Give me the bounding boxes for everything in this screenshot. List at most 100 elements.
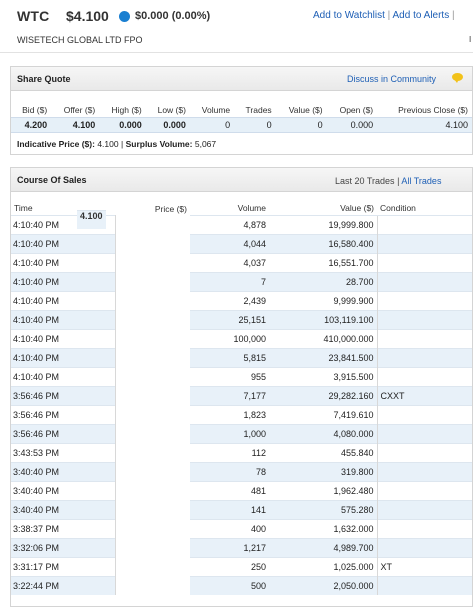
quote-col-header: Volume [201,104,231,115]
trade-volume: 25,151 [190,309,269,329]
trade-condition [376,518,472,538]
trade-value: 28.700 [269,271,377,291]
indicative-info: Indicative Price ($): 4.100 | Surplus Vo… [17,139,216,149]
all-trades-link[interactable]: All Trades [401,176,441,186]
quote-value: 4.100 [377,116,472,133]
trade-volume: 78 [190,461,269,481]
discuss-in-community-link[interactable]: Discuss in Community [347,74,436,84]
trade-time: 3:40:40 PM [11,480,116,500]
trade-time: 3:56:46 PM [11,385,116,405]
table-row: 3:40:40 PM4.080141575.280 [11,210,472,519]
indicative-price-value: 4.100 [97,139,119,149]
trades-filter: Last 20 Trades | All Trades [335,176,441,186]
table-row: 3:43:53 PM4.070112455.840 [11,210,472,462]
trade-time: 4:10:40 PM [11,290,116,310]
trade-value: 2,050.000 [269,575,377,595]
trade-volume: 5,815 [190,347,269,367]
trade-volume: 481 [190,480,269,500]
quote-value: 4.200 [11,116,52,133]
edge-mark: I [469,35,472,44]
table-row: 4:10:40 PM 4.100 9553,915.500 [11,210,472,386]
quote-col-header: High ($) [111,104,142,115]
trade-condition [376,233,472,253]
quote-value: 0.000 [145,116,190,133]
trade-condition [376,252,472,272]
quote-value: 0.000 [326,116,378,133]
trade-value: 23,841.500 [269,347,377,367]
trade-time: 4:10:40 PM [11,309,116,329]
share-quote-panel: Share Quote Discuss in Community Bid ($)… [10,66,473,155]
table-row: 3:56:46 PM4.0807,17729,282.160CXXT [11,210,472,405]
trade-volume: 4,037 [190,252,269,272]
quote-col-header: Value ($) [288,104,323,115]
speech-bubble-icon[interactable] [452,73,463,83]
header-links: Add to Watchlist | Add to Alerts | [313,10,455,21]
link-separator: | [387,10,391,21]
trade-value: 319.800 [269,461,377,481]
trade-condition [376,461,472,481]
table-row: 4:10:40 PM 4.100 4,03716,551.700 [11,210,472,272]
trade-condition [376,328,472,348]
trade-time: 3:40:40 PM [11,461,116,481]
trade-value: 1,962.480 [269,480,377,500]
add-to-watchlist-link[interactable]: Add to Watchlist [313,10,385,21]
share-quote-title: Share Quote [17,74,71,84]
share-quote-title-bar: Share Quote Discuss in Community [11,67,472,91]
quote-col-header: Previous Close ($) [398,104,468,115]
table-row: 3:56:46 PM4.0801,0004,080.000 [11,210,472,443]
trade-volume: 500 [190,575,269,595]
trade-time: 4:10:40 PM [11,347,116,367]
trade-value: 4,080.000 [269,423,377,443]
table-row: 3:56:46 PM4.0701,8237,419.610 [11,210,472,424]
table-row: 4:10:40 PM 4.100 25,151103,119.100 [11,210,472,329]
trade-condition [376,442,472,462]
trade-volume: 2,439 [190,290,269,310]
trade-price: 4.100 [77,210,106,229]
trade-condition [376,537,472,557]
table-row: 3:31:17 PM 4.100 2501,025.000XT [11,210,472,576]
edge-separator: | [452,10,455,21]
status-dot-icon [119,11,130,22]
trade-time: 4:10:40 PM [11,366,116,386]
trade-volume: 7 [190,271,269,291]
table-row: 4:10:40 PM 4.100 728.700 [11,210,472,291]
table-row: 3:40:40 PM 4.100 78319.800 [11,210,472,481]
add-to-alerts-link[interactable]: Add to Alerts [393,10,450,21]
table-row: 3:22:44 PM 4.100 500 2,050.000 [11,210,472,595]
trade-volume: 4,878 [190,214,269,234]
trade-time: 4:10:40 PM [11,252,116,272]
trade-value: 16,551.700 [269,252,377,272]
table-row: 4:10:40 PM 4.100 4,04416,580.400 [11,210,472,253]
trade-time: 3:38:37 PM [11,518,116,538]
trade-time: 3:43:53 PM [11,442,116,462]
quote-value: 0.000 [99,116,146,133]
table-row: 4:10:40 PM 4.100 5,81523,841.500 [11,210,472,367]
trade-time: 3:56:46 PM [11,423,116,443]
trade-condition [376,480,472,500]
trade-volume: 1,823 [190,404,269,424]
trade-value: 29,282.160 [269,385,377,405]
quote-col-header: Trades [245,104,272,115]
trade-condition [376,214,472,234]
trade-volume: 100,000 [190,328,269,348]
trade-volume: 250 [190,556,269,576]
trade-time: 4:10:40 PM [11,328,116,348]
trade-time: 3:22:44 PM [11,575,116,595]
trade-condition [376,366,472,386]
trade-condition [376,309,472,329]
trade-time: 4:10:40 PM [11,271,116,291]
trade-volume: 1,000 [190,423,269,443]
quote-header: WTC $4.100 $0.000 (0.00%) Add to Watchli… [0,0,473,53]
quote-value: 0 [234,116,276,133]
trade-value: 410,000.000 [269,328,377,348]
table-row: 3:40:40 PM4.0804811,962.480 [11,210,472,500]
trades-separator: | [397,176,400,186]
trade-condition [376,347,472,367]
trade-condition: XT [376,556,472,576]
indicative-price-label: Indicative Price ($): [17,139,95,149]
trade-value: 3,915.500 [269,366,377,386]
surplus-volume-label: Surplus Volume: [125,139,193,149]
col-condition: Condition [380,203,416,214]
trade-time: 3:56:46 PM [11,404,116,424]
col-value: Value ($) [340,203,374,214]
